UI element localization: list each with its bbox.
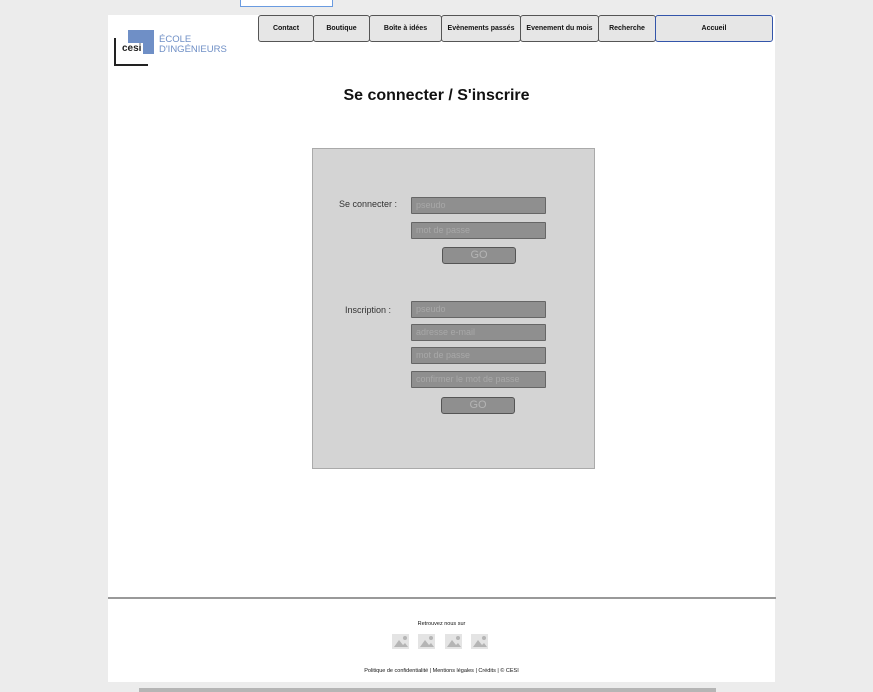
signup-label: Inscription : (345, 305, 392, 315)
logo-text: ÉCOLE D'INGÉNIEURS (159, 35, 227, 55)
social-image-icon[interactable] (418, 634, 435, 649)
nav-accueil[interactable]: Accueil (655, 15, 773, 42)
page-title: Se connecter / S'inscrire (343, 87, 530, 104)
login-go-button[interactable]: GO (442, 247, 516, 264)
login-password-input[interactable]: mot de passe (411, 222, 546, 239)
tooltip-fragment (240, 0, 333, 7)
nav-contact[interactable]: Contact (258, 15, 314, 42)
login-label: Se connecter : (339, 199, 398, 209)
nav-boutique[interactable]: Boutique (313, 15, 370, 42)
horizontal-scrollbar[interactable] (139, 688, 716, 692)
footer-divider (108, 597, 776, 599)
social-image-icon[interactable] (392, 634, 409, 649)
login-pseudo-input[interactable]: pseudo (411, 197, 546, 214)
social-image-icon[interactable] (471, 634, 488, 649)
logo-brand: cesi (120, 43, 144, 54)
signup-email-input[interactable]: adresse e-mail (411, 324, 546, 341)
nav-evenements-passes[interactable]: Evènements passés (441, 15, 521, 42)
signup-password-input[interactable]: mot de passe (411, 347, 546, 364)
signup-pseudo-input[interactable]: pseudo (411, 301, 546, 318)
logo-line2: D'INGÉNIEURS (159, 44, 227, 55)
signup-go-button[interactable]: GO (441, 397, 515, 414)
nav-boite-a-idees[interactable]: Boîte à idées (369, 15, 442, 42)
follow-us-text: Retrouvez nous sur (417, 621, 466, 627)
nav-recherche[interactable]: Recherche (598, 15, 656, 42)
nav-evenement-du-mois[interactable]: Evenement du mois (520, 15, 599, 42)
social-image-icon[interactable] (445, 634, 462, 649)
footer-links[interactable]: Politique de confidentialité | Mentions … (108, 668, 775, 674)
signup-confirm-password-input[interactable]: confirmer le mot de passe (411, 371, 546, 388)
